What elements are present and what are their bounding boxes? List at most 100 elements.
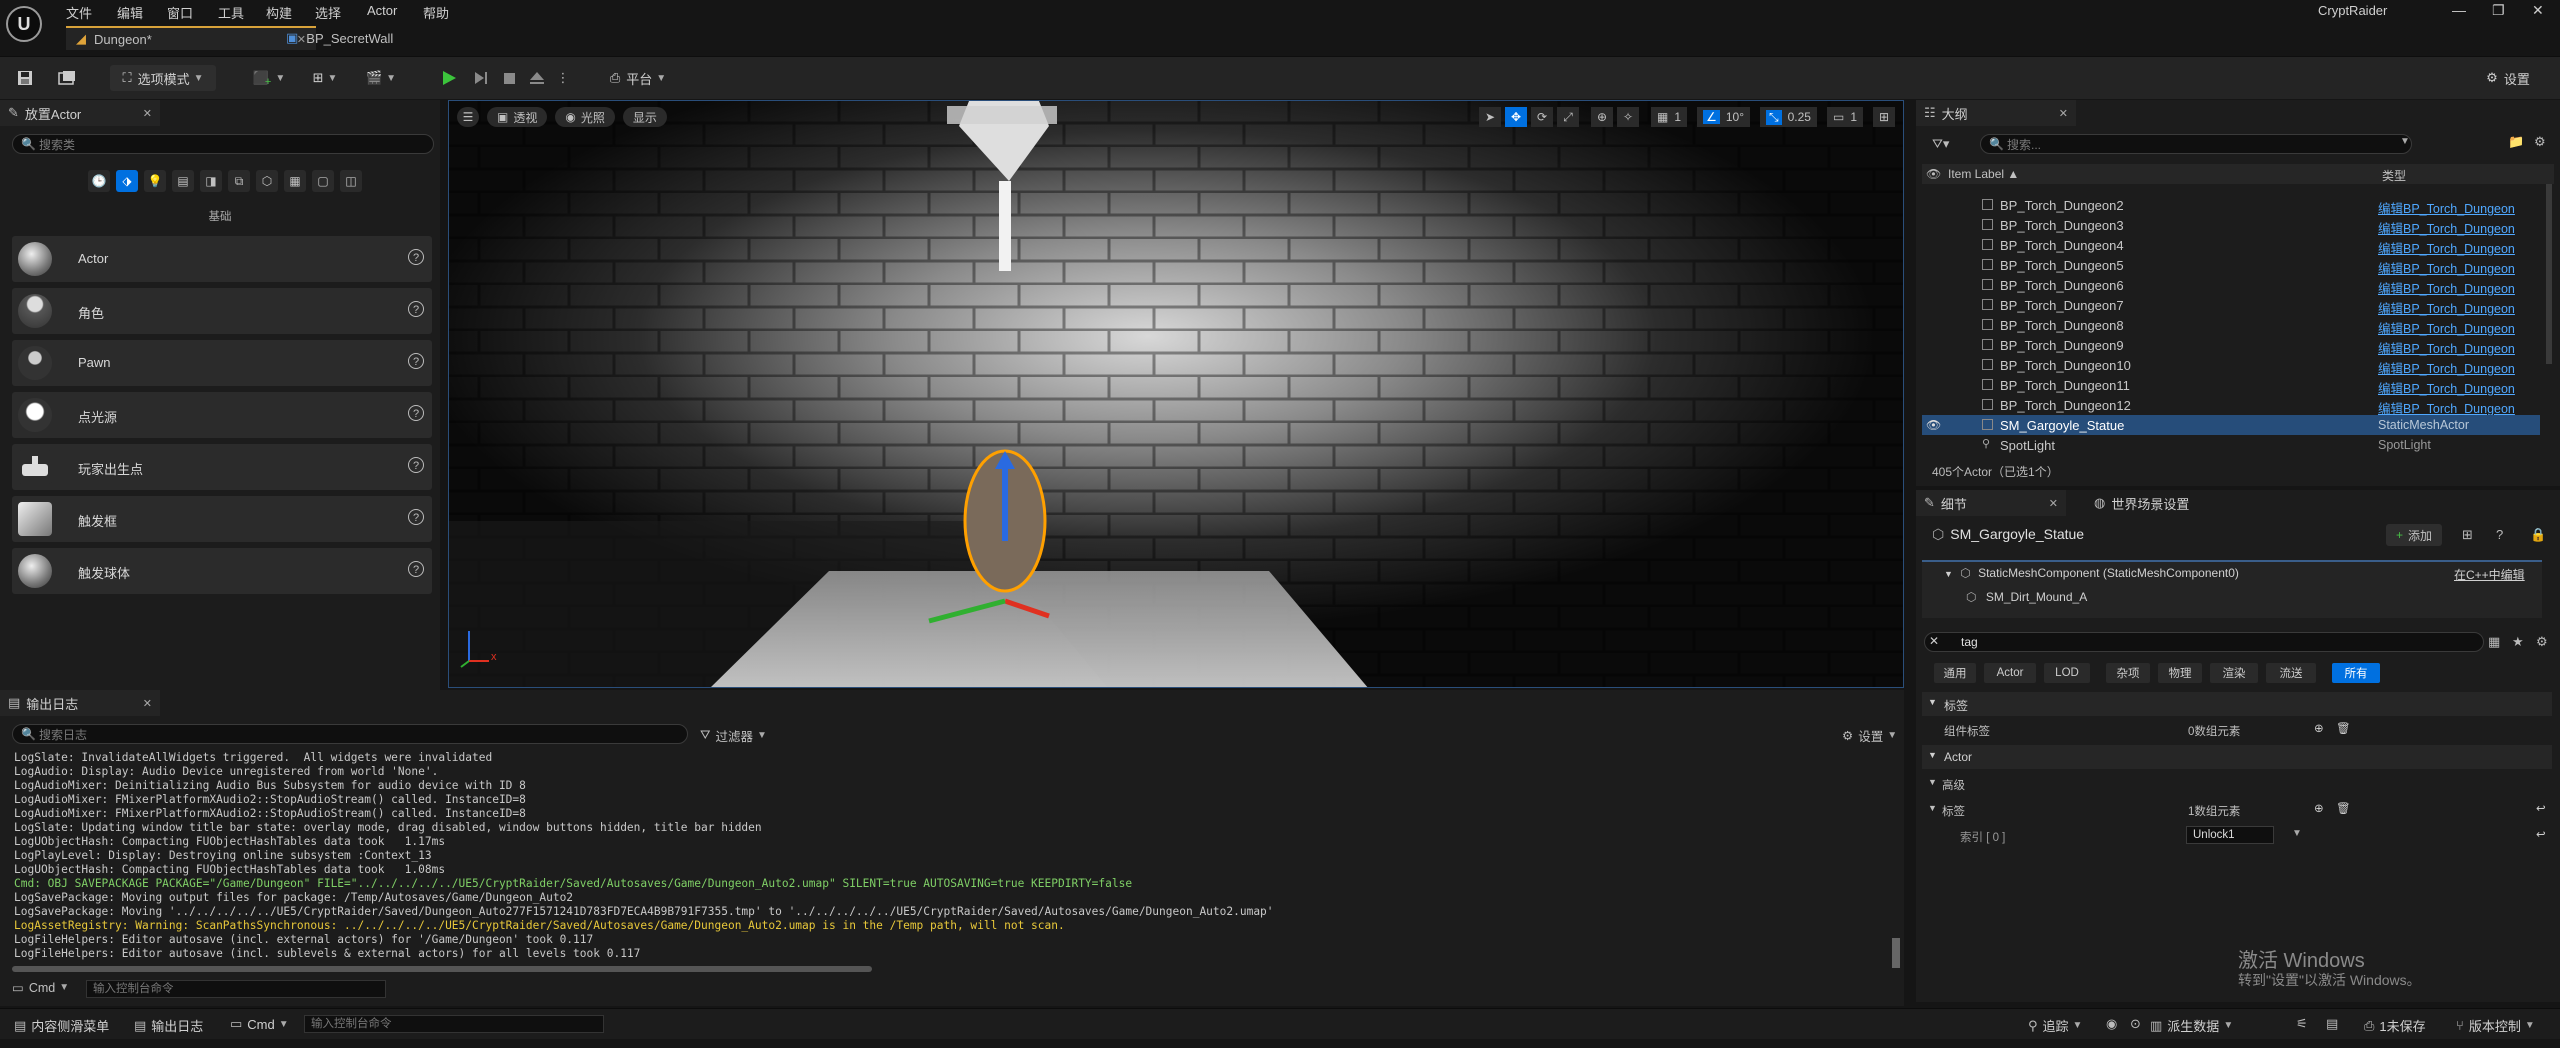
help-icon[interactable]: ? (2496, 527, 2503, 542)
add-component-button[interactable]: + 添加 (2386, 524, 2443, 546)
menu-actor[interactable]: Actor (367, 3, 397, 18)
doc-tab-secretwall[interactable]: ▣ BP_SecretWall (276, 26, 456, 50)
place-item-pawn[interactable]: Pawn ? (12, 340, 432, 386)
help-icon[interactable]: ? (408, 301, 424, 317)
outliner-scrollbar[interactable] (2546, 184, 2552, 364)
mode-select-button[interactable]: ⛶ 选项模式 ▼ (110, 65, 216, 91)
maximize-viewport-icon[interactable]: ⊞ (1873, 107, 1895, 127)
outliner-row[interactable]: BP_Torch_Dungeon7 编辑BP_Torch_Dungeon (1922, 295, 2540, 316)
unreal-logo-icon[interactable]: U (6, 6, 42, 42)
place-item-character[interactable]: 角色 ? (12, 288, 432, 334)
filter-icon[interactable]: ⛛▾ (1932, 136, 1949, 152)
help-icon[interactable]: ? (408, 509, 424, 525)
restore-icon[interactable]: ❐ (2492, 2, 2505, 19)
outliner-row[interactable]: BP_Torch_Dungeon6 编辑BP_Torch_Dungeon (1922, 275, 2540, 296)
hamburger-menu-icon[interactable]: ☰ (457, 107, 479, 127)
tab-output-log[interactable]: ▤ 输出日志 ✕ (0, 690, 160, 716)
tag-value-input[interactable]: Unlock1 (2186, 826, 2274, 844)
content-drawer-button[interactable]: ▤ 内容侧滑菜单 (14, 1016, 109, 1035)
column-type[interactable]: 类型 (2382, 167, 2406, 184)
outliner-row[interactable]: BP_Torch_Dungeon8 编辑BP_Torch_Dungeon (1922, 315, 2540, 336)
outliner-row-selected[interactable]: 👁 SM_Gargoyle_Statue StaticMeshActor (1922, 415, 2540, 435)
help-icon[interactable]: ? (408, 405, 424, 421)
place-item-trigger-box[interactable]: 触发框 ? (12, 496, 432, 542)
log-horizontal-scrollbar[interactable] (12, 966, 872, 972)
stop-icon[interactable] (496, 65, 522, 91)
blueprint-convert-icon[interactable]: ⊞ (2462, 527, 2473, 543)
platform-button[interactable]: ⎙ 平台 ▼ (600, 65, 676, 91)
menu-help[interactable]: 帮助 (423, 3, 449, 22)
sources-icon[interactable]: ▤ (2326, 1016, 2338, 1032)
cinematics-button[interactable]: 🎬 ▼ (362, 65, 400, 91)
world-space-icon[interactable]: ⊕ (1591, 107, 1614, 127)
outliner-row[interactable]: BP_Torch_Dungeon5 编辑BP_Torch_Dungeon (1922, 255, 2540, 276)
filter-tab[interactable]: 杂项 (2106, 663, 2150, 683)
outliner-row[interactable]: BP_Torch_Dungeon4 编辑BP_Torch_Dungeon (1922, 235, 2540, 256)
add-element-icon[interactable]: ⊕ (2314, 801, 2324, 815)
place-item-trigger-sphere[interactable]: 触发球体 ? (12, 548, 432, 594)
minimize-icon[interactable]: — (2452, 2, 2466, 18)
reset-arrow-icon[interactable]: ↩ (2536, 801, 2546, 815)
perspective-button[interactable]: ▣ 透视 (487, 107, 548, 127)
volumes-icon[interactable]: ⬡ (256, 170, 278, 192)
menu-file[interactable]: 文件 (66, 3, 92, 22)
derived-data-button[interactable]: ▥ 派生数据 ▼ (2150, 1016, 2233, 1035)
settings-button[interactable]: ⚙ 设置 (2470, 65, 2546, 91)
cmd-selector[interactable]: ▭ Cmd ▼ (230, 1016, 289, 1032)
geometry-icon[interactable]: ⧉ (228, 170, 250, 192)
component-root[interactable]: ▼ ⬡ StaticMeshComponent (StaticMeshCompo… (1944, 566, 2239, 580)
add-content-button[interactable]: ⬛ + ▼ (250, 65, 288, 91)
cmd-selector[interactable]: ▭ Cmd ▼ (12, 980, 69, 996)
tab-place-actors[interactable]: ✎ 放置Actor ✕ (0, 100, 160, 126)
component-child[interactable]: ⬡ SM_Dirt_Mound_A (1966, 590, 2087, 604)
recent-icon[interactable]: 🕒 (88, 170, 110, 192)
details-search-input[interactable]: ✕ tag (1924, 632, 2484, 652)
outliner-row[interactable]: ⚲ SpotLight SpotLight (1922, 435, 2540, 455)
search-classes-input[interactable]: 🔍 搜索类 (12, 134, 434, 154)
all-classes-icon[interactable]: ▢ (312, 170, 334, 192)
help-icon[interactable]: ? (408, 249, 424, 265)
move-tool-icon[interactable]: ✥ (1505, 107, 1528, 127)
outliner-search-input[interactable]: 🔍 搜索... (1980, 134, 2412, 154)
section-actor[interactable]: ▼ Actor (1922, 745, 2552, 769)
save-icon[interactable] (14, 65, 36, 91)
outliner-row[interactable]: BP_Torch_Dungeon3 编辑BP_Torch_Dungeon (1922, 215, 2540, 236)
camera-speed-button[interactable]: ▭ 1 (1826, 107, 1863, 127)
section-advanced[interactable]: ▼ 高级 (1922, 771, 2552, 797)
chevron-down-icon[interactable]: ▼ (2400, 136, 2410, 147)
menu-window[interactable]: 窗口 (167, 3, 193, 22)
output-log-button[interactable]: ▤ 输出日志 (134, 1016, 203, 1035)
show-button[interactable]: 显示 (622, 107, 667, 127)
outliner-row[interactable]: BP_Torch_Dungeon2 编辑BP_Torch_Dungeon (1922, 195, 2540, 216)
section-tags[interactable]: ▼ 标签 (1922, 692, 2552, 716)
close-tab-icon[interactable]: ✕ (2049, 497, 2058, 510)
select-tool-icon[interactable]: ➤ (1479, 107, 1502, 127)
expand-arrow-icon[interactable]: ▼ (1928, 803, 1937, 813)
outliner-row[interactable]: BP_Torch_Dungeon11 编辑BP_Torch_Dungeon (1922, 375, 2540, 396)
menu-build[interactable]: 构建 (266, 3, 292, 22)
visual-effects-icon[interactable]: ◨ (200, 170, 222, 192)
play-button[interactable] (436, 65, 462, 91)
visibility-icon[interactable]: 👁 (1926, 418, 1941, 432)
surface-snap-icon[interactable]: ✧ (1617, 107, 1640, 127)
source-control-button[interactable]: ⑂ 版本控制 ▼ (2456, 1016, 2535, 1035)
column-item-label[interactable]: Item Label ▲ (1948, 167, 2019, 181)
blueprint-menu-button[interactable]: ⊞ ▼ (306, 65, 344, 91)
clear-search-icon[interactable]: ✕ (1929, 634, 1939, 648)
shapes-icon[interactable]: ▦ (284, 170, 306, 192)
sliders-icon[interactable]: ⚟ (2296, 1016, 2308, 1032)
filter-tab[interactable]: 渲染 (2210, 663, 2258, 683)
angle-snap-button[interactable]: ∠ 10° (1697, 107, 1750, 127)
misc-icon[interactable]: ◫ (340, 170, 362, 192)
unsaved-button[interactable]: ⎙ 1未保存 (2364, 1016, 2426, 1035)
skip-forward-icon[interactable] (468, 65, 494, 91)
tab-world-settings[interactable]: ◍ 世界场景设置 (2086, 490, 2226, 516)
place-item-player-start[interactable]: 玩家出生点 ? (12, 444, 432, 490)
add-folder-icon[interactable]: 📁 (2508, 134, 2524, 150)
filter-tab[interactable]: 所有 (2332, 663, 2380, 683)
rotate-tool-icon[interactable]: ⟳ (1531, 107, 1554, 127)
menu-tools[interactable]: 工具 (218, 3, 244, 22)
tab-outliner[interactable]: ☷ 大纲 ✕ (1916, 100, 2076, 126)
eject-icon[interactable] (524, 65, 550, 91)
trash-icon[interactable]: 🗑 (2336, 801, 2351, 815)
